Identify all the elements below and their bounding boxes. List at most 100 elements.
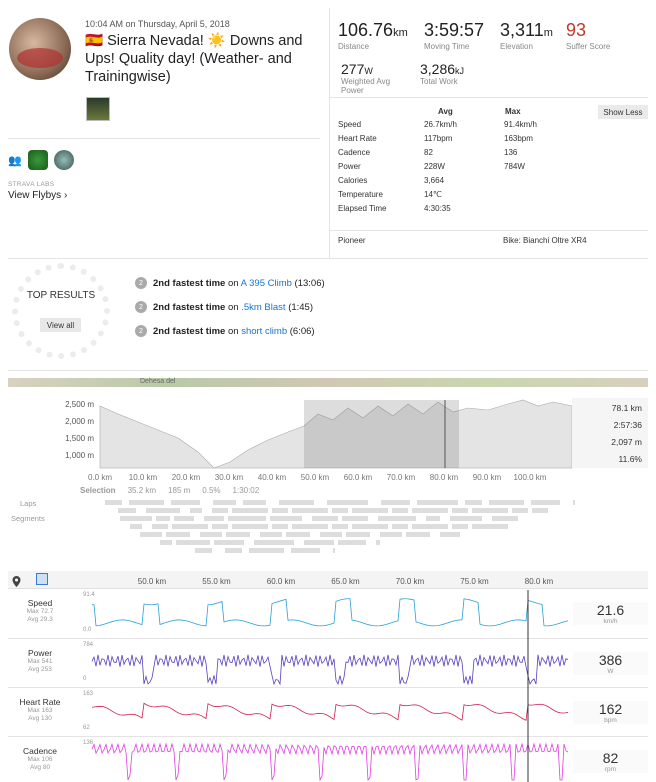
segment-bar[interactable] bbox=[472, 524, 508, 529]
segment-bar[interactable] bbox=[352, 524, 388, 529]
lap-bar[interactable] bbox=[129, 500, 164, 505]
segment-bar[interactable] bbox=[292, 508, 328, 513]
segment-bar[interactable] bbox=[152, 524, 168, 529]
group-icon[interactable]: 👥 bbox=[8, 154, 22, 167]
segment-bar[interactable] bbox=[272, 508, 288, 513]
metric-label[interactable]: Power Max 541 Avg 253 bbox=[8, 648, 72, 674]
segment-bar[interactable] bbox=[333, 548, 335, 553]
segment-bar[interactable] bbox=[304, 540, 334, 545]
bike-name[interactable]: Bike: Bianchi Oltre XR4 bbox=[503, 236, 587, 245]
segment-bar[interactable] bbox=[472, 508, 508, 513]
map-strip[interactable] bbox=[8, 378, 648, 387]
lap-bar[interactable] bbox=[417, 500, 458, 505]
segment-bar[interactable] bbox=[232, 524, 268, 529]
segment-bar[interactable] bbox=[204, 516, 224, 521]
segment-bar[interactable] bbox=[452, 524, 468, 529]
activity-photo-thumbnail[interactable] bbox=[86, 97, 110, 121]
segment-bar[interactable] bbox=[212, 508, 228, 513]
lap-bar[interactable] bbox=[381, 500, 410, 505]
segment-link[interactable]: short climb bbox=[241, 326, 287, 337]
segment-bar[interactable] bbox=[332, 524, 348, 529]
segment-bar[interactable] bbox=[232, 508, 268, 513]
segment-bar[interactable] bbox=[412, 524, 448, 529]
segment-bar[interactable] bbox=[166, 532, 190, 537]
segment-bar[interactable] bbox=[190, 508, 202, 513]
segment-bar[interactable] bbox=[254, 540, 294, 545]
segment-bar[interactable] bbox=[249, 548, 284, 553]
segment-bar[interactable] bbox=[146, 508, 180, 513]
lap-bar[interactable] bbox=[171, 500, 200, 505]
segment-bar[interactable] bbox=[176, 540, 210, 545]
show-less-button[interactable]: Show Less bbox=[598, 105, 648, 119]
segment-bar[interactable] bbox=[512, 508, 528, 513]
segment-bar[interactable] bbox=[392, 508, 408, 513]
view-flybys-link[interactable]: View Flybys › bbox=[8, 190, 67, 201]
segment-bar[interactable] bbox=[212, 524, 228, 529]
lap-bar[interactable] bbox=[213, 500, 236, 505]
segment-bar[interactable] bbox=[346, 532, 370, 537]
metric-label[interactable]: Speed Max 72.7 Avg 29.3 bbox=[8, 598, 72, 624]
segment-link[interactable]: A 395 Climb bbox=[241, 278, 292, 289]
segment-bar[interactable] bbox=[392, 524, 408, 529]
segment-link[interactable]: .5km Blast bbox=[241, 302, 285, 313]
lap-bar[interactable] bbox=[327, 500, 368, 505]
segment-bar[interactable] bbox=[120, 516, 152, 521]
segment-bar[interactable] bbox=[228, 516, 266, 521]
lap-bar[interactable] bbox=[573, 500, 575, 505]
segment-bar[interactable] bbox=[130, 524, 142, 529]
segment-bar[interactable] bbox=[412, 508, 448, 513]
lap-bar[interactable] bbox=[243, 500, 266, 505]
segment-bar[interactable] bbox=[452, 508, 468, 513]
segment-bar[interactable] bbox=[291, 548, 320, 553]
athlete-avatar[interactable] bbox=[9, 18, 71, 80]
segment-bar[interactable] bbox=[376, 540, 380, 545]
segment-bar[interactable] bbox=[195, 548, 212, 553]
lap-bar[interactable] bbox=[279, 500, 314, 505]
segment-bar[interactable] bbox=[260, 532, 282, 537]
segment-bar[interactable] bbox=[272, 524, 288, 529]
metric-label[interactable]: Cadence Max 106 Avg 80 bbox=[8, 746, 72, 772]
view-all-button[interactable]: View all bbox=[40, 318, 81, 332]
map-pin-icon[interactable] bbox=[12, 574, 21, 587]
segment-bar[interactable] bbox=[450, 516, 482, 521]
segment-bar[interactable] bbox=[292, 524, 328, 529]
segment-bar[interactable] bbox=[320, 532, 342, 537]
kudos-avatar-1[interactable] bbox=[27, 150, 48, 170]
segment-bar[interactable] bbox=[286, 532, 310, 537]
segment-bar[interactable] bbox=[426, 516, 440, 521]
lap-bar[interactable] bbox=[531, 500, 560, 505]
segment-bar[interactable] bbox=[406, 532, 430, 537]
segment-bar[interactable] bbox=[352, 508, 388, 513]
segment-bar[interactable] bbox=[160, 540, 172, 545]
segment-bar[interactable] bbox=[200, 532, 222, 537]
segment-bar[interactable] bbox=[270, 516, 302, 521]
segment-bar[interactable] bbox=[312, 516, 338, 521]
segment-bar[interactable] bbox=[174, 516, 194, 521]
lap-bar[interactable] bbox=[465, 500, 482, 505]
lap-bar[interactable] bbox=[105, 500, 122, 505]
segment-bar[interactable] bbox=[156, 516, 170, 521]
segment-bar[interactable] bbox=[440, 532, 460, 537]
segment-bar[interactable] bbox=[214, 540, 244, 545]
selection-overlay[interactable] bbox=[304, 400, 459, 468]
segment-bar[interactable] bbox=[492, 516, 518, 521]
segment-bar[interactable] bbox=[342, 516, 368, 521]
segment-bar[interactable] bbox=[118, 508, 136, 513]
kudos-avatar-2[interactable] bbox=[53, 150, 74, 170]
segment-bar[interactable] bbox=[140, 532, 162, 537]
segment-bar[interactable] bbox=[338, 540, 366, 545]
stat-suffer-score[interactable]: 93 Suffer Score bbox=[566, 20, 610, 51]
segment-bar[interactable] bbox=[172, 524, 208, 529]
laps-segments-bars[interactable] bbox=[100, 498, 575, 560]
lap-bar[interactable] bbox=[489, 500, 524, 505]
segment-bar[interactable] bbox=[226, 532, 250, 537]
segment-bar[interactable] bbox=[378, 516, 416, 521]
segment-bar[interactable] bbox=[532, 508, 548, 513]
metric-label[interactable]: Heart Rate Max 163 Avg 130 bbox=[8, 697, 72, 723]
segment-bar[interactable] bbox=[332, 508, 348, 513]
segment-bar[interactable] bbox=[225, 548, 242, 553]
activity-title[interactable]: 🇪🇸 Sierra Nevada! ☀️ Downs and Ups! Qual… bbox=[85, 32, 321, 86]
segment-bar[interactable] bbox=[380, 532, 402, 537]
analysis-charts[interactable] bbox=[80, 590, 573, 782]
chart-toggle-icon[interactable] bbox=[36, 573, 48, 585]
